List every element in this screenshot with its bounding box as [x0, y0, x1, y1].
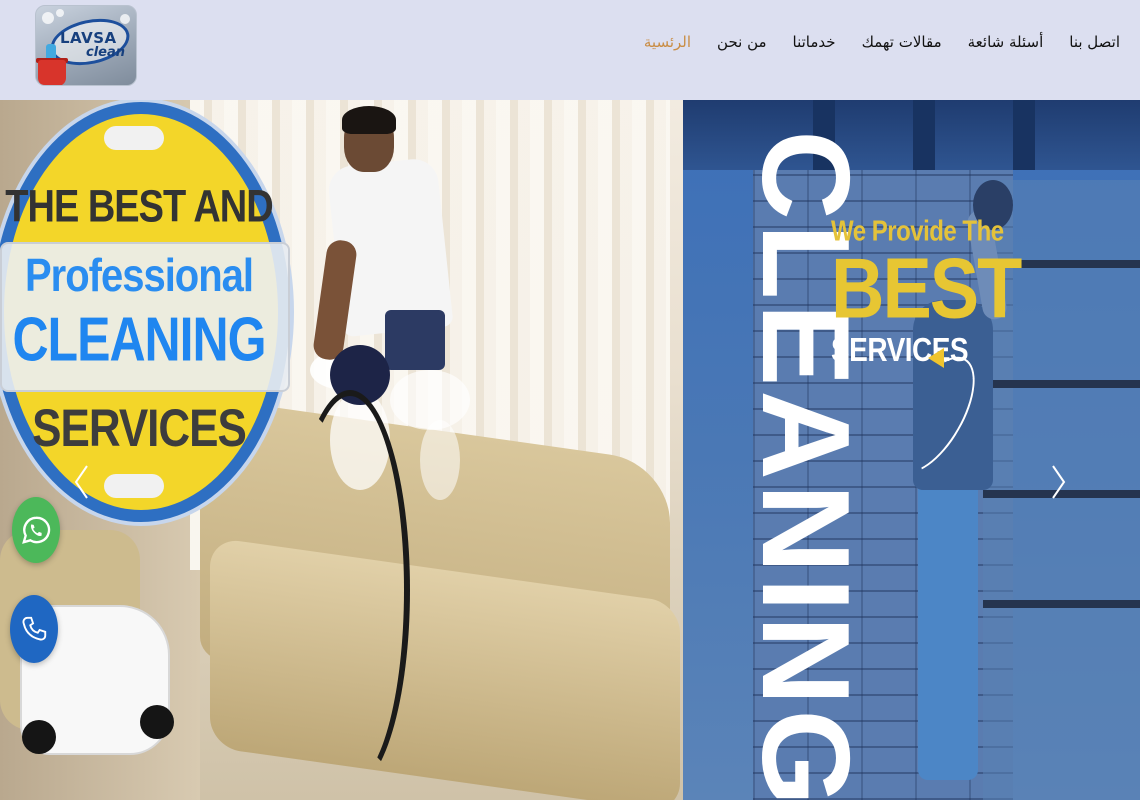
- badge-line-2: Professional: [24, 250, 254, 302]
- ceiling-beam: [913, 100, 935, 170]
- phone-icon: [22, 616, 47, 641]
- whatsapp-icon: [22, 516, 51, 544]
- worker-pants: [385, 310, 445, 370]
- badge-line-1: THE BEST AND: [5, 181, 273, 233]
- bubble-decoration: [56, 9, 64, 17]
- vertical-word: CLEANING: [736, 130, 874, 800]
- chevron-left-icon: [74, 465, 88, 499]
- nav-item-contact[interactable]: اتصل بنا: [1069, 33, 1120, 51]
- shelf: [983, 380, 1140, 388]
- vacuum-wheel: [22, 720, 56, 754]
- bucket-icon: [38, 60, 66, 85]
- nav-item-home[interactable]: الرئسية: [644, 33, 691, 51]
- nav-item-services[interactable]: خدماتنا: [793, 33, 836, 51]
- nav-item-faq[interactable]: أسئلة شائعة: [968, 33, 1044, 51]
- hero-carousel: THE BEST AND Professional CLEANING SERVI…: [0, 100, 1140, 800]
- promo-text: We Provide The BEST SERVICES: [831, 215, 1022, 368]
- logo-brand-bottom: clean: [86, 45, 126, 60]
- woman-legs: [918, 480, 978, 780]
- nav-item-articles[interactable]: مقالات تهمك: [862, 33, 942, 51]
- site-header: LAVSA clean الرئسية من نحن خدماتنا مقالا…: [0, 0, 1140, 100]
- shelf: [983, 600, 1140, 608]
- arrow-decoration: [104, 474, 164, 498]
- foam: [390, 370, 470, 430]
- slide-image-cleaning-services: CLEANING We Provide The BEST SERVICES: [683, 100, 1140, 800]
- ceiling-beam: [1013, 100, 1035, 170]
- whatsapp-button[interactable]: [12, 497, 60, 563]
- main-nav: الرئسية من نحن خدماتنا مقالات تهمك أسئلة…: [644, 33, 1120, 51]
- carousel-prev-button[interactable]: [66, 462, 96, 502]
- promo-line-2: BEST: [831, 240, 1022, 337]
- badge-line-4: SERVICES: [32, 399, 247, 458]
- worker-hair: [342, 106, 396, 134]
- carousel-next-button[interactable]: [1044, 462, 1074, 502]
- chevron-right-icon: [1052, 465, 1066, 499]
- promo-badge: THE BEST AND Professional CLEANING SERVI…: [0, 102, 290, 522]
- foam: [420, 420, 460, 500]
- machine-hose: [290, 390, 410, 790]
- slide-image-sofa-cleaning: THE BEST AND Professional CLEANING SERVI…: [0, 100, 683, 800]
- arrowhead-icon: [928, 348, 944, 368]
- bubble-decoration: [42, 12, 54, 24]
- badge-line-3: CLEANING: [12, 304, 266, 374]
- nav-item-about[interactable]: من نحن: [717, 33, 767, 51]
- arrow-decoration: [104, 126, 164, 150]
- vacuum-wheel: [140, 705, 174, 739]
- site-logo[interactable]: LAVSA clean: [35, 5, 137, 86]
- phone-button[interactable]: [10, 595, 58, 663]
- bubble-decoration: [120, 14, 130, 24]
